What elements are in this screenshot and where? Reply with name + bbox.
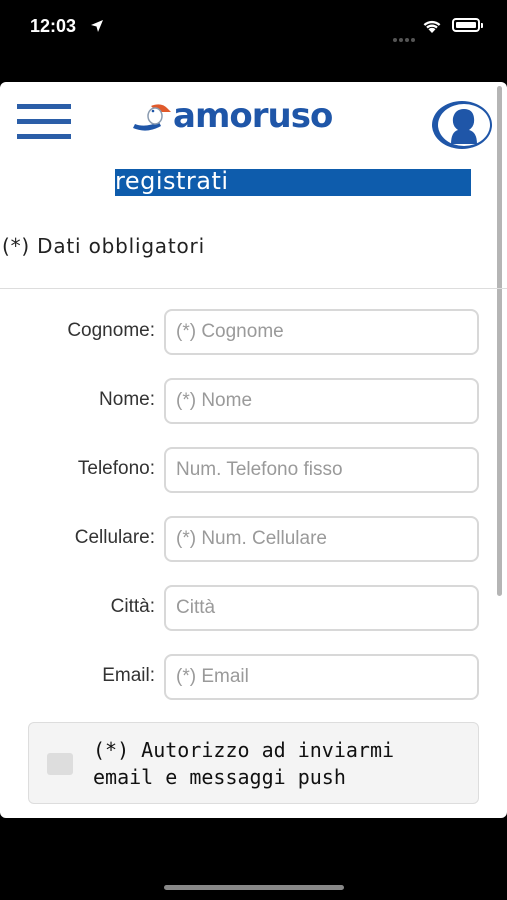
brand-logo[interactable]: amoruso: [131, 96, 381, 142]
pelican-logo-icon: [133, 104, 171, 131]
registration-sheet: amoruso registrati (*) Dati obbligatori …: [0, 82, 507, 818]
form-row-telefono: Telefono:: [0, 447, 507, 495]
telefono-label: Telefono:: [77, 458, 155, 479]
user-profile-icon[interactable]: [431, 100, 493, 150]
consent-checkbox[interactable]: [47, 753, 73, 775]
citta-input[interactable]: [164, 585, 479, 631]
required-fields-note: (*) Dati obbligatori: [2, 234, 205, 258]
telefono-input[interactable]: [164, 447, 479, 493]
form-row-cognome: Cognome:: [0, 309, 507, 357]
battery-icon: [452, 18, 480, 32]
consent-label: (*) Autorizzo ad inviarmi email e messag…: [93, 738, 395, 789]
form-row-email: Email:: [0, 654, 507, 702]
location-arrow-icon: [91, 20, 103, 32]
cognome-input[interactable]: [164, 309, 479, 355]
status-time: 12:03: [30, 16, 77, 36]
cognome-label: Cognome:: [67, 320, 155, 341]
nome-input[interactable]: [164, 378, 479, 424]
citta-label: Città:: [110, 596, 155, 617]
email-input[interactable]: [164, 654, 479, 700]
page-title-bar: registrati: [115, 167, 471, 196]
form-row-cellulare: Cellulare:: [0, 516, 507, 564]
hamburger-menu-icon[interactable]: [17, 104, 71, 140]
cellulare-input[interactable]: [164, 516, 479, 562]
brand-name: amoruso: [173, 96, 333, 136]
email-label: Email:: [102, 665, 155, 686]
form-row-citta: Città:: [0, 585, 507, 633]
page-title: registrati: [115, 167, 229, 195]
divider: [0, 288, 507, 289]
battery-tip: [481, 23, 483, 28]
form-row-nome: Nome:: [0, 378, 507, 426]
wifi-icon: [423, 20, 441, 33]
cellulare-label: Cellulare:: [74, 527, 155, 548]
home-indicator[interactable]: [164, 885, 344, 890]
status-bar: 12:03: [0, 0, 507, 56]
cellular-signal-icon: [393, 27, 417, 46]
consent-box: (*) Autorizzo ad inviarmi email e messag…: [28, 722, 479, 804]
nome-label: Nome:: [99, 389, 155, 410]
